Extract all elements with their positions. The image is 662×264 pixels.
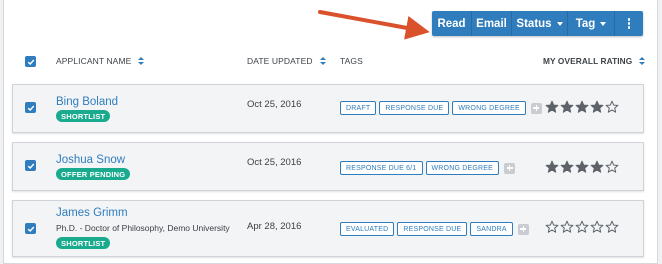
star-empty-icon[interactable]: [605, 160, 619, 174]
column-header-tags-label: TAGS: [340, 56, 363, 66]
tag-chip[interactable]: EVALUATED: [340, 222, 395, 236]
tag-chip[interactable]: RESPONSE DUE: [379, 101, 450, 115]
applicant-name-link[interactable]: Joshua Snow: [56, 154, 125, 166]
column-header-rating-label: MY OVERALL RATING: [543, 56, 633, 66]
status-dropdown-label: Status: [516, 17, 552, 30]
star-filled-icon[interactable]: [575, 160, 589, 174]
status-badge: SHORTLIST: [56, 110, 111, 122]
tag-dropdown-label: Tag: [575, 17, 596, 30]
table-row[interactable]: James Grimm Ph.D. - Doctor of Philosophy…: [12, 200, 644, 257]
date-updated: Oct 25, 2016: [247, 157, 302, 168]
sort-icon: [138, 56, 145, 66]
date-updated: Apr 28, 2016: [247, 221, 302, 232]
status-dropdown[interactable]: Status: [512, 11, 568, 36]
checkmark-icon: [27, 163, 34, 169]
table-header: APPLICANT NAME DATE UPDATED TAGS MY OVER…: [0, 52, 662, 72]
tag-chip[interactable]: RESPONSE DUE 6/1: [340, 161, 423, 175]
more-vertical-icon: [627, 18, 631, 29]
select-all-checkbox[interactable]: [25, 56, 36, 67]
chevron-down-icon: [556, 21, 563, 26]
tag-dropdown[interactable]: Tag: [568, 11, 615, 36]
date-updated: Oct 25, 2016: [247, 99, 302, 110]
annotation-arrow: [318, 10, 430, 40]
star-empty-icon[interactable]: [575, 220, 589, 234]
star-filled-icon[interactable]: [545, 160, 559, 174]
star-filled-icon[interactable]: [590, 100, 604, 114]
row-checkbox[interactable]: [25, 102, 36, 113]
applicant-name-link[interactable]: Bing Boland: [56, 96, 118, 108]
star-empty-icon[interactable]: [545, 220, 559, 234]
more-actions-button[interactable]: [615, 11, 643, 36]
add-tag-icon[interactable]: [517, 223, 529, 235]
sort-icon: [319, 56, 326, 66]
bulk-action-toolbar: Read Email Status Tag: [432, 11, 643, 36]
row-checkbox[interactable]: [25, 223, 36, 234]
table-row[interactable]: Joshua Snow OFFER PENDING Oct 25, 2016 R…: [12, 142, 644, 191]
star-filled-icon[interactable]: [560, 100, 574, 114]
applicant-degree: Ph.D. - Doctor of Philosophy, Demo Unive…: [56, 223, 230, 233]
column-header-date-updated-label: DATE UPDATED: [247, 56, 313, 66]
column-header-date-updated[interactable]: DATE UPDATED: [247, 56, 326, 66]
rating-stars[interactable]: [545, 160, 619, 174]
status-badge: SHORTLIST: [56, 237, 111, 249]
checkmark-icon: [27, 105, 34, 111]
tag-list: DRAFT RESPONSE DUE WRONG DEGREE: [340, 101, 542, 115]
star-empty-icon[interactable]: [590, 220, 604, 234]
column-header-tags: TAGS: [340, 56, 363, 66]
tag-chip[interactable]: WRONG DEGREE: [452, 101, 526, 115]
column-header-applicant-name-label: APPLICANT NAME: [56, 56, 132, 66]
chevron-down-icon: [600, 21, 607, 26]
email-button-label: Email: [476, 17, 507, 30]
read-button[interactable]: Read: [432, 11, 472, 36]
tag-chip[interactable]: WRONG DEGREE: [425, 161, 500, 175]
status-badge: OFFER PENDING: [56, 168, 131, 180]
star-filled-icon[interactable]: [545, 100, 559, 114]
applicant-name-link[interactable]: James Grimm: [56, 207, 128, 219]
checkmark-icon: [27, 226, 34, 232]
tag-chip[interactable]: SANDRA: [470, 222, 513, 236]
star-filled-icon[interactable]: [590, 160, 604, 174]
rating-stars[interactable]: [545, 220, 619, 234]
tag-list: EVALUATED RESPONSE DUE SANDRA: [340, 222, 529, 236]
table-row[interactable]: Bing Boland SHORTLIST Oct 25, 2016 DRAFT…: [12, 84, 644, 133]
star-filled-icon[interactable]: [575, 100, 589, 114]
tag-chip[interactable]: RESPONSE DUE: [397, 222, 468, 236]
email-button[interactable]: Email: [472, 11, 512, 36]
star-empty-icon[interactable]: [605, 220, 619, 234]
checkmark-icon: [27, 59, 34, 65]
tag-list: RESPONSE DUE 6/1 WRONG DEGREE: [340, 161, 516, 175]
add-tag-icon[interactable]: [504, 162, 516, 174]
star-empty-icon[interactable]: [605, 100, 619, 114]
column-header-applicant-name[interactable]: APPLICANT NAME: [56, 56, 145, 66]
sort-icon: [639, 56, 646, 66]
star-empty-icon[interactable]: [560, 220, 574, 234]
star-filled-icon[interactable]: [560, 160, 574, 174]
tag-chip[interactable]: DRAFT: [340, 101, 377, 115]
add-tag-icon[interactable]: [530, 102, 542, 114]
column-header-rating[interactable]: MY OVERALL RATING: [543, 56, 646, 66]
rating-stars[interactable]: [545, 100, 619, 114]
read-button-label: Read: [437, 17, 466, 30]
row-checkbox[interactable]: [25, 160, 36, 171]
